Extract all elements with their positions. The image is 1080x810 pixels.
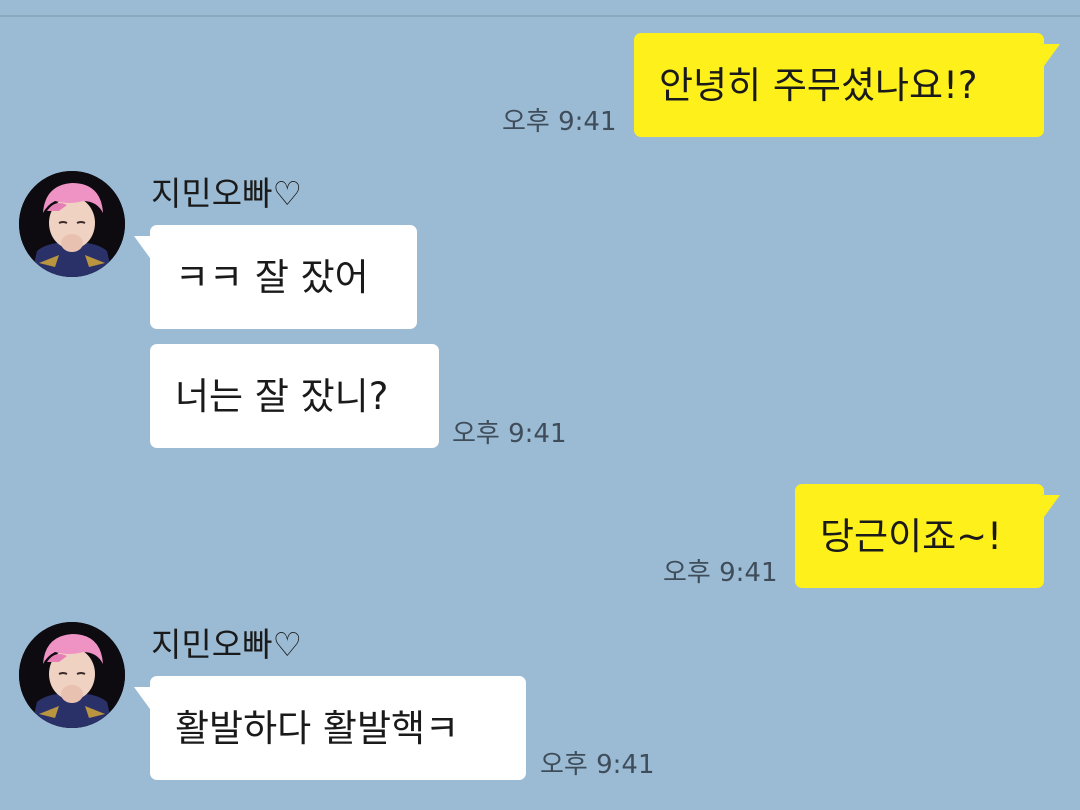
my-message-bubble[interactable]: 당근이죠~! (795, 484, 1044, 588)
bubble-tail (134, 236, 150, 258)
message-text: 너는 잘 잤니? (175, 374, 389, 418)
top-divider (0, 15, 1080, 17)
their-message-bubble[interactable]: ㅋㅋ 잘 잤어 (150, 225, 417, 329)
message-text: ㅋㅋ 잘 잤어 (175, 255, 369, 299)
sender-name: 지민오빠♡ (151, 625, 303, 664)
message-text: 활발하다 활발핵ㅋ (175, 706, 460, 750)
sender-name: 지민오빠♡ (151, 174, 303, 213)
profile-photo-icon[interactable] (19, 171, 125, 277)
my-message-bubble[interactable]: 안녕히 주무셨나요!? (634, 33, 1044, 137)
bubble-tail (134, 687, 150, 709)
message-time: 오후 9:41 (452, 419, 567, 449)
their-message-bubble[interactable]: 너는 잘 잤니? (150, 344, 439, 448)
message-time: 오후 9:41 (540, 750, 655, 780)
bubble-tail (1044, 495, 1060, 517)
message-text: 당근이죠~! (820, 514, 1002, 558)
message-time: 오후 9:41 (502, 107, 617, 137)
message-time: 오후 9:41 (663, 558, 778, 588)
message-text: 안녕히 주무셨나요!? (659, 63, 978, 107)
bubble-tail (1044, 44, 1060, 66)
their-message-bubble[interactable]: 활발하다 활발핵ㅋ (150, 676, 526, 780)
profile-photo-icon[interactable] (19, 622, 125, 728)
